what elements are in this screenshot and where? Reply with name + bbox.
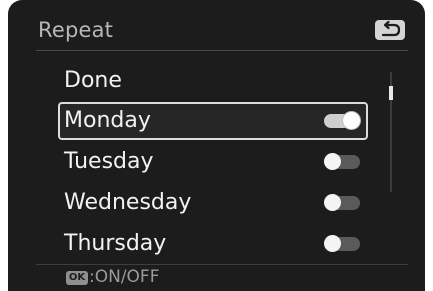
monday-toggle[interactable] xyxy=(324,112,360,129)
footer-hint-text: :ON/OFF xyxy=(89,267,160,287)
footer-hint: OK :ON/OFF xyxy=(8,262,425,291)
list-item-tuesday[interactable]: Tuesday xyxy=(58,143,368,181)
repeat-settings-screen: Repeat Done Monday Tuesday Wednesday Thu… xyxy=(8,0,425,291)
ok-button-icon: OK xyxy=(66,271,88,285)
item-label: Tuesday xyxy=(64,149,154,174)
footer-divider xyxy=(36,264,408,265)
item-label: Monday xyxy=(64,108,151,133)
return-arrow-icon[interactable] xyxy=(374,19,406,41)
item-label: Done xyxy=(64,68,122,93)
ok-icon-text: OK xyxy=(68,272,86,283)
scrollbar[interactable] xyxy=(389,72,393,192)
list-item-monday[interactable]: Monday xyxy=(58,102,368,140)
toggle-knob xyxy=(343,112,360,129)
page-title: Repeat xyxy=(38,18,114,42)
list-item-thursday[interactable]: Thursday xyxy=(58,225,368,263)
scroll-thumb[interactable] xyxy=(389,86,393,100)
list-item-wednesday[interactable]: Wednesday xyxy=(58,184,368,222)
list-item-done[interactable]: Done xyxy=(58,62,368,100)
toggle-knob xyxy=(324,194,341,211)
thursday-toggle[interactable] xyxy=(324,235,360,252)
item-label: Wednesday xyxy=(64,190,192,215)
header: Repeat xyxy=(8,0,425,54)
wednesday-toggle[interactable] xyxy=(324,194,360,211)
header-divider xyxy=(36,50,408,51)
toggle-knob xyxy=(324,153,341,170)
tuesday-toggle[interactable] xyxy=(324,153,360,170)
item-label: Thursday xyxy=(64,231,167,256)
toggle-knob xyxy=(324,235,341,252)
